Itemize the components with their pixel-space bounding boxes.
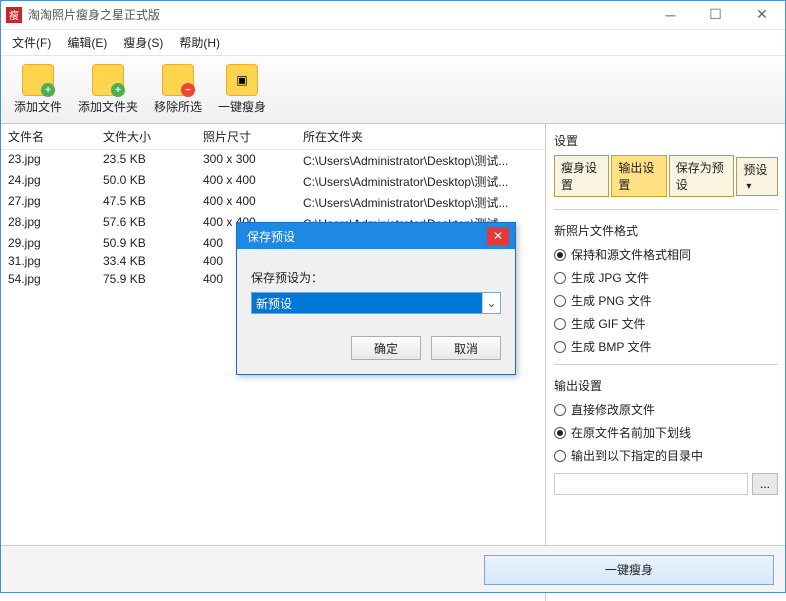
cell-folder: C:\Users\Administrator\Desktop\测试... [295,192,545,213]
one-key-action-button[interactable]: 一键瘦身 [484,555,774,585]
menu-file[interactable]: 文件(F) [4,31,59,54]
menu-help[interactable]: 帮助(H) [171,31,228,54]
menu-slim[interactable]: 瘦身(S) [115,31,171,54]
browse-button[interactable]: ... [752,473,778,495]
radio-format-gif[interactable]: 生成 GIF 文件 [554,312,778,335]
radio-icon [554,450,566,462]
save-preset-dialog: 保存预设 ✕ 保存预设为： 新预设 ⌄ 确定 取消 [236,222,516,375]
radio-format-same[interactable]: 保持和源文件格式相同 [554,243,778,266]
cell-name: 54.jpg [0,270,95,288]
close-button[interactable]: ✕ [738,0,786,29]
window-title: 淘淘照片瘦身之星正式版 [28,6,648,23]
tab-slim-settings[interactable]: 瘦身设置 [554,155,609,197]
list-header: 文件名 文件大小 照片尺寸 所在文件夹 [0,124,545,150]
output-group-title: 输出设置 [554,377,778,394]
one-key-button[interactable]: ▣ 一键瘦身 [212,61,272,118]
radio-icon [554,427,566,439]
settings-title: 设置 [554,128,778,153]
settings-panel: 设置 瘦身设置 输出设置 保存为预设 预设 新照片文件格式 保持和源文件格式相同… [546,124,786,601]
folder-add-multi-icon: + [92,64,124,96]
output-dir-input[interactable] [554,473,748,495]
dialog-title: 保存预设 [247,228,295,245]
ok-button[interactable]: 确定 [351,336,421,360]
cell-name: 23.jpg [0,150,95,171]
cancel-button[interactable]: 取消 [431,336,501,360]
folder-remove-icon: − [162,64,194,96]
radio-output-dir[interactable]: 输出到以下指定的目录中 [554,444,778,467]
remove-selected-button[interactable]: − 移除所选 [148,61,208,118]
cell-name: 24.jpg [0,171,95,192]
table-row[interactable]: 27.jpg47.5 KB400 x 400C:\Users\Administr… [0,192,545,213]
radio-icon [554,341,566,353]
folder-add-icon: + [22,64,54,96]
app-icon: 瘦 [6,7,22,23]
radio-icon [554,272,566,284]
table-row[interactable]: 23.jpg23.5 KB300 x 300C:\Users\Administr… [0,150,545,171]
cell-size: 57.6 KB [95,213,195,234]
cell-dim: 300 x 300 [195,150,295,171]
col-name[interactable]: 文件名 [0,124,95,149]
dialog-close-button[interactable]: ✕ [487,227,509,245]
dialog-label: 保存预设为： [251,269,501,286]
chevron-down-icon[interactable]: ⌄ [482,293,500,313]
cell-name: 31.jpg [0,252,95,270]
cell-size: 33.4 KB [95,252,195,270]
radio-icon [554,295,566,307]
toolbar: + 添加文件 + 添加文件夹 − 移除所选 ▣ 一键瘦身 [0,56,786,124]
col-dim[interactable]: 照片尺寸 [195,124,295,149]
radio-icon [554,404,566,416]
radio-icon [554,318,566,330]
add-file-button[interactable]: + 添加文件 [8,61,68,118]
add-folder-button[interactable]: + 添加文件夹 [72,61,144,118]
format-group-title: 新照片文件格式 [554,222,778,239]
maximize-button[interactable]: ☐ [693,0,738,29]
tab-save-preset[interactable]: 保存为预设 [669,155,735,197]
radio-output-overwrite[interactable]: 直接修改原文件 [554,398,778,421]
radio-format-png[interactable]: 生成 PNG 文件 [554,289,778,312]
menubar: 文件(F) 编辑(E) 瘦身(S) 帮助(H) [0,30,786,56]
preset-name-combo[interactable]: 新预设 ⌄ [251,292,501,314]
footer: 一键瘦身 [0,545,786,593]
radio-output-prefix[interactable]: 在原文件名前加下划线 [554,421,778,444]
cell-folder: C:\Users\Administrator\Desktop\测试... [295,171,545,192]
cell-size: 50.0 KB [95,171,195,192]
minimize-button[interactable]: ─ [648,0,693,29]
cell-name: 28.jpg [0,213,95,234]
cell-name: 27.jpg [0,192,95,213]
cell-dim: 400 x 400 [195,171,295,192]
cell-size: 50.9 KB [95,234,195,252]
cell-name: 29.jpg [0,234,95,252]
preset-name-value[interactable]: 新预设 [252,293,482,313]
image-icon: ▣ [226,64,258,96]
tab-preset-dropdown[interactable]: 预设 [736,157,778,196]
cell-folder: C:\Users\Administrator\Desktop\测试... [295,150,545,171]
radio-format-jpg[interactable]: 生成 JPG 文件 [554,266,778,289]
titlebar: 瘦 淘淘照片瘦身之星正式版 ─ ☐ ✕ [0,0,786,30]
col-folder[interactable]: 所在文件夹 [295,124,545,149]
cell-size: 75.9 KB [95,270,195,288]
cell-size: 47.5 KB [95,192,195,213]
tab-output-settings[interactable]: 输出设置 [611,155,666,197]
menu-edit[interactable]: 编辑(E) [59,31,115,54]
radio-icon [554,249,566,261]
cell-dim: 400 x 400 [195,192,295,213]
radio-format-bmp[interactable]: 生成 BMP 文件 [554,335,778,358]
cell-size: 23.5 KB [95,150,195,171]
table-row[interactable]: 24.jpg50.0 KB400 x 400C:\Users\Administr… [0,171,545,192]
col-size[interactable]: 文件大小 [95,124,195,149]
